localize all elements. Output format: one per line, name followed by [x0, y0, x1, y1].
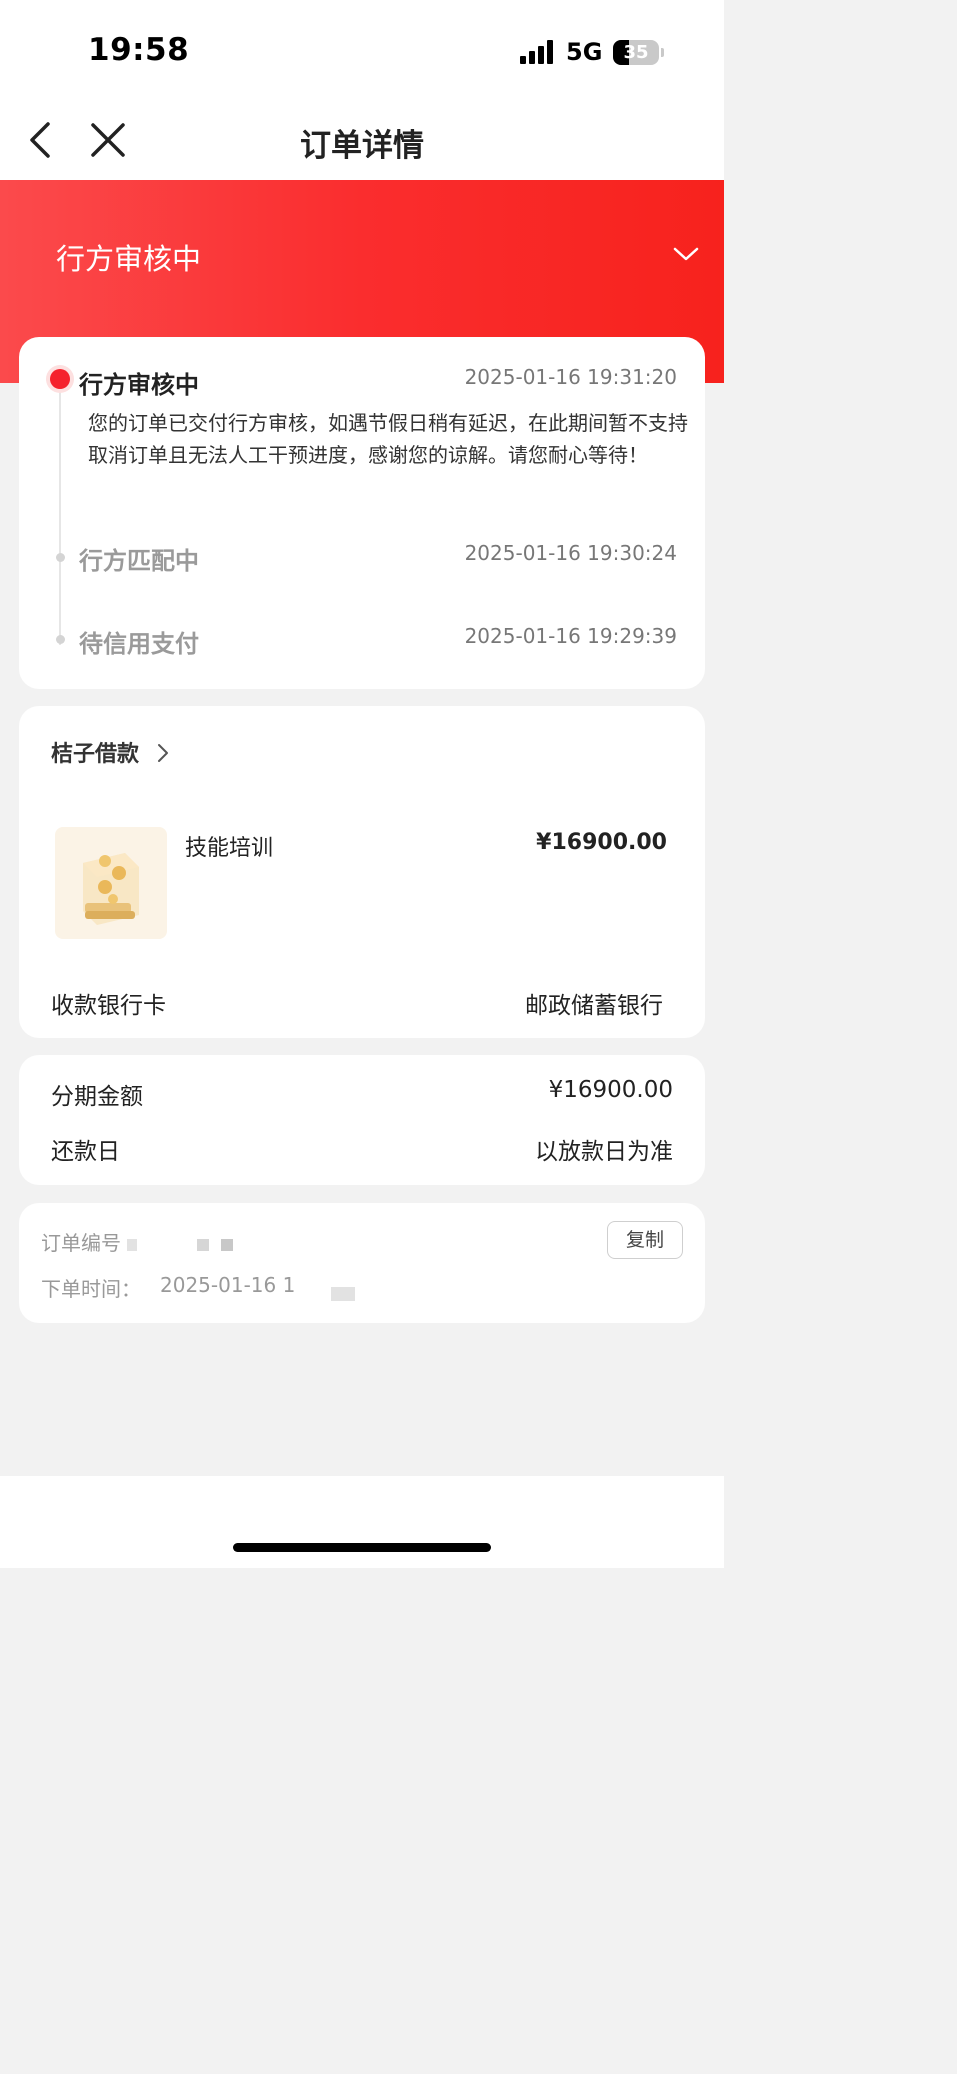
timeline-step-time: 2025-01-16 19:31:20 [464, 365, 677, 389]
redacted-order-number [197, 1239, 209, 1251]
redacted-order-number [221, 1239, 233, 1251]
installment-card: 分期金额 ¥16900.00 还款日 以放款日为准 [19, 1055, 705, 1185]
status-title: 行方审核中 [56, 242, 202, 276]
timeline-line [59, 383, 61, 645]
timeline-step-label: 待信用支付 [79, 630, 199, 658]
page-title: 订单详情 [300, 128, 424, 164]
timeline-step-label: 行方匹配中 [79, 547, 199, 575]
repayment-day-label: 还款日 [51, 1139, 120, 1165]
timeline-dot [56, 635, 65, 644]
nav-bar: 订单详情 [0, 100, 724, 180]
installment-amount-label: 分期金额 [51, 1084, 143, 1110]
signal-icon [520, 40, 556, 64]
repayment-day-value: 以放款日为准 [535, 1139, 673, 1165]
merchant-link[interactable]: 桔子借款 [51, 736, 139, 768]
product-price: ¥16900.00 [536, 830, 667, 855]
product-thumbnail [55, 827, 167, 939]
chevron-right-icon[interactable] [157, 743, 169, 763]
network-type: 5G [566, 38, 603, 66]
installment-amount-value: ¥16900.00 [548, 1077, 673, 1103]
order-number-label: 订单编号 [41, 1231, 121, 1255]
copy-button[interactable]: 复制 [607, 1221, 683, 1259]
battery-icon: 35 [613, 40, 659, 65]
order-time-label: 下单时间： [41, 1277, 141, 1301]
status-bar: 19:58 5G 35 [0, 0, 724, 100]
status-time: 19:58 [88, 32, 190, 68]
bottom-safe-area [0, 1476, 724, 1568]
home-indicator[interactable] [233, 1543, 491, 1552]
product-name: 技能培训 [185, 836, 274, 861]
bank-card-value: 邮政储蓄银行 [525, 993, 663, 1019]
order-info-card: 订单编号 复制 下单时间： 2025-01-16 1 [19, 1203, 705, 1323]
coin-box-icon [83, 853, 139, 925]
timeline-dot [56, 553, 65, 562]
battery-tip [661, 48, 664, 57]
order-time-value: 2025-01-16 1 [160, 1273, 296, 1297]
product-card: 桔子借款 技能培训 ¥16900.00 收款银行卡 邮政储蓄银行 [19, 706, 705, 1038]
progress-timeline-card: 行方审核中 2025-01-16 19:31:20 您的订单已交付行方审核，如遇… [19, 337, 705, 689]
bank-card-label: 收款银行卡 [51, 993, 166, 1019]
timeline-step-time: 2025-01-16 19:30:24 [464, 541, 677, 565]
chevron-down-icon[interactable] [672, 244, 700, 264]
timeline-step-description: 您的订单已交付行方审核，如遇节假日稍有延迟，在此期间暂不支持取消订单且无法人工干… [88, 411, 688, 467]
timeline-step-label: 行方审核中 [79, 371, 199, 399]
timeline-step-time: 2025-01-16 19:29:39 [464, 624, 677, 648]
battery-level: 35 [623, 42, 649, 63]
timeline-dot-active [50, 369, 70, 389]
redacted-order-number [127, 1239, 137, 1251]
redacted-order-time [331, 1287, 355, 1301]
